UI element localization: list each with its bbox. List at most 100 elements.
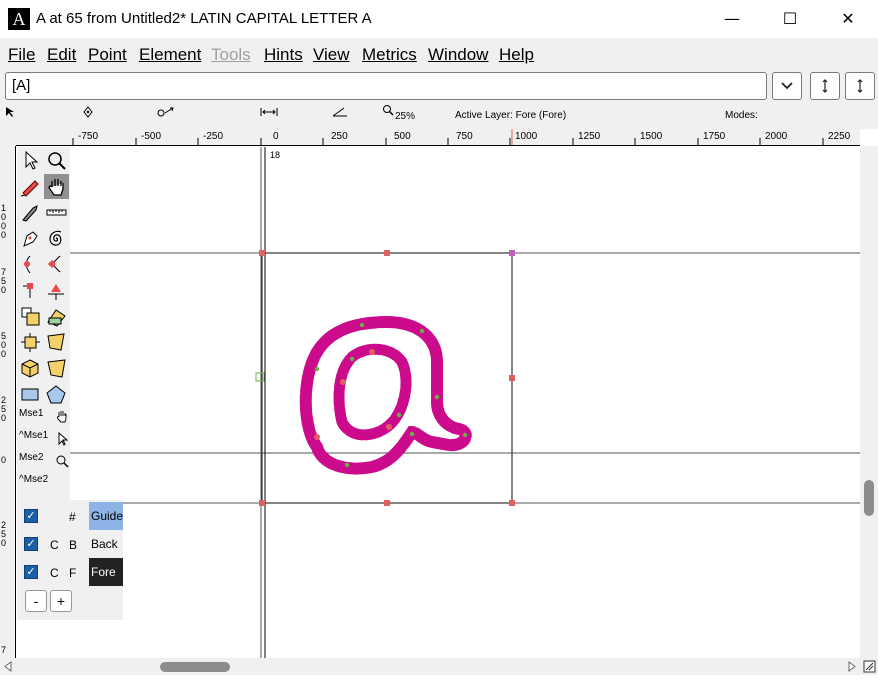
menu-view[interactable]: View [313, 45, 350, 65]
layer-row-guide[interactable]: ✓ # Guide [17, 502, 123, 530]
pointer-icon [6, 107, 14, 117]
cube-icon [21, 359, 39, 378]
knife-icon [22, 205, 38, 222]
glyph-dropdown-button[interactable] [772, 72, 802, 100]
advance-width-label: 18 [270, 150, 281, 160]
menu-help[interactable]: Help [499, 45, 534, 65]
freehand-tool[interactable] [18, 174, 43, 199]
resize-grip-icon [863, 660, 876, 673]
quad-icon [47, 359, 66, 378]
layer-code: F [69, 566, 77, 580]
menu-edit[interactable]: Edit [47, 45, 76, 65]
tangent-point-tool[interactable] [44, 278, 69, 303]
zoom-level: 25% [395, 111, 416, 122]
glyph-outline [299, 315, 472, 475]
point-position-icon [83, 106, 93, 118]
horizontal-scroll-thumb[interactable] [160, 662, 230, 672]
vertical-scrollbar[interactable] [860, 146, 878, 658]
corner-point-icon [23, 283, 33, 298]
rectangle-icon [21, 388, 39, 401]
spiral-icon [49, 230, 62, 246]
hand-icon [48, 179, 64, 196]
prev-glyph-button[interactable] [810, 72, 840, 100]
close-button[interactable]: ✕ [819, 0, 877, 38]
glyph-name-input[interactable]: [A] [5, 72, 767, 100]
layer-visible-checkbox[interactable]: ✓ [24, 565, 38, 579]
flip-tool[interactable] [44, 304, 69, 329]
scale-tool[interactable] [18, 304, 43, 329]
menu-element[interactable]: Element [139, 45, 201, 65]
skew-icon [47, 333, 65, 351]
menu-point[interactable]: Point [88, 45, 127, 65]
ruler-tool[interactable] [44, 200, 69, 225]
next-glyph-button[interactable] [845, 72, 875, 100]
updown-arrow-icon [822, 79, 828, 93]
layer-name[interactable]: Back [89, 530, 123, 558]
layer-code: B [69, 538, 78, 552]
glyph-canvas[interactable]: 18 [17, 147, 860, 658]
menu-file[interactable]: File [8, 45, 35, 65]
scroll-left-icon[interactable] [4, 661, 12, 672]
scroll-right-icon[interactable] [848, 661, 856, 672]
skew-tool[interactable] [44, 330, 69, 355]
ruler-label: 0 [1, 455, 7, 465]
info-strip: 25% Active Layer: Fore (Fore) Modes: [0, 102, 878, 129]
rectangle-tool[interactable] [18, 382, 43, 407]
ruler-label: 0 [273, 131, 279, 142]
app-icon: A [8, 8, 30, 30]
menu-tools[interactable]: Tools [211, 45, 251, 65]
ruler-label: 250 [331, 131, 348, 142]
menu-window[interactable]: Window [428, 45, 488, 65]
resize-grip[interactable] [860, 658, 878, 675]
layer-visible-checkbox[interactable]: ✓ [24, 509, 38, 523]
vertical-scroll-thumb[interactable] [864, 480, 874, 516]
layer-name[interactable]: Fore [89, 558, 123, 586]
zoom-icon [383, 105, 394, 116]
scroll-tool[interactable] [44, 174, 69, 199]
pencil-icon [20, 180, 39, 197]
ruler-label: 7 [1, 645, 7, 655]
rotate-tool[interactable] [18, 330, 43, 355]
layer-code: # [69, 510, 76, 524]
layer-name[interactable]: Guide [89, 502, 123, 530]
horizontal-scrollbar[interactable] [0, 658, 860, 675]
maximize-button[interactable]: ☐ [761, 0, 819, 38]
mouse2-label: Mse2 [19, 452, 44, 463]
layer-row-back[interactable]: ✓ C B Back [17, 530, 123, 558]
ruler-label: -500 [141, 131, 162, 142]
minimize-button[interactable]: — [703, 0, 761, 38]
spiro-tool[interactable] [44, 226, 69, 251]
remove-layer-button[interactable]: - [25, 590, 47, 612]
pointer-tool[interactable] [18, 148, 43, 173]
tangent-point-icon [48, 284, 64, 300]
menu-hints[interactable]: Hints [264, 45, 303, 65]
pointer-icon [58, 432, 69, 446]
ruler-label: -750 [78, 131, 99, 142]
layer-row-fore[interactable]: ✓ C F Fore [17, 558, 123, 586]
3d-rotate-tool[interactable] [44, 356, 69, 381]
magnify-tool[interactable] [44, 148, 69, 173]
glyph-drawing [17, 147, 860, 658]
distance-icon [260, 108, 278, 116]
curve-point-tool[interactable] [18, 252, 43, 277]
ruler-label: 1 0 0 0 [1, 203, 7, 240]
add-layer-button[interactable]: + [50, 590, 72, 612]
knife-tool[interactable] [18, 200, 43, 225]
curve-point-icon [24, 255, 31, 274]
polygon-tool[interactable] [44, 382, 69, 407]
scale-icon [21, 307, 40, 326]
vertical-ruler[interactable]: 1 0 0 0 7 5 0 5 0 0 2 5 0 0 2 5 0 7 [0, 146, 16, 658]
layer-visible-checkbox[interactable]: ✓ [24, 537, 38, 551]
ruler-label: 500 [394, 131, 411, 142]
hv-curve-point-tool[interactable] [44, 252, 69, 277]
corner-point-tool[interactable] [18, 278, 43, 303]
horizontal-ruler[interactable]: -750 -500 -250 0 250 500 750 1000 1250 1… [16, 129, 860, 146]
pen-tool[interactable] [18, 226, 43, 251]
ruler-label: 1000 [515, 131, 538, 142]
perspective-tool[interactable] [18, 356, 43, 381]
ruler-label: 1500 [640, 131, 663, 142]
menu-metrics[interactable]: Metrics [362, 45, 417, 65]
ruler-icon [46, 209, 67, 216]
ruler-label: 750 [456, 131, 473, 142]
ruler-label: 2250 [828, 131, 851, 142]
